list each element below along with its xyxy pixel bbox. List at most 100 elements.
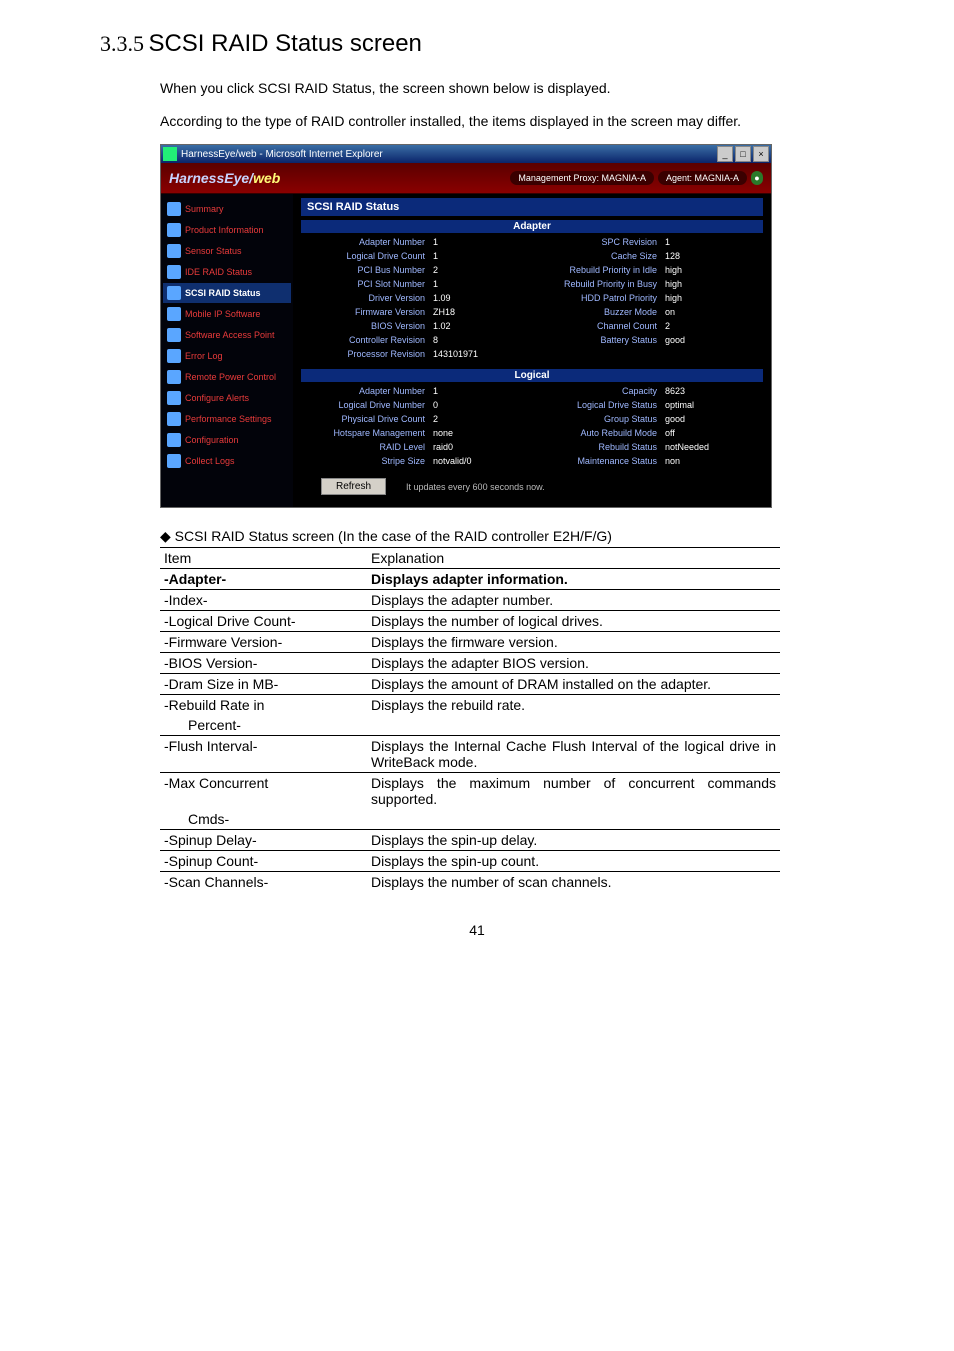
sidebar-item-software-ap[interactable]: Software Access Point xyxy=(163,325,291,345)
explanation-cell: Displays the number of logical drives. xyxy=(367,611,780,632)
brand-part2: web xyxy=(253,170,280,186)
table-row: -Max ConcurrentDisplays the maximum numb… xyxy=(160,773,780,810)
kv-row: Buzzer Modeon xyxy=(537,305,759,319)
product-icon xyxy=(167,223,181,237)
kv-row: Channel Count2 xyxy=(537,319,759,333)
table-row: -Index-Displays the adapter number. xyxy=(160,590,780,611)
kv-row: Adapter Number1 xyxy=(305,384,527,398)
kv-row: Maintenance Statusnon xyxy=(537,454,759,468)
item-cell: -Scan Channels- xyxy=(160,872,367,893)
logical-section-head: Logical xyxy=(301,369,763,382)
app-header: HarnessEye/web Management Proxy: MAGNIA-… xyxy=(161,163,771,194)
kv-row: Stripe Sizenotvalid/0 xyxy=(305,454,527,468)
sidebar-item-ide-raid[interactable]: IDE RAID Status xyxy=(163,262,291,282)
close-button[interactable]: × xyxy=(753,146,769,162)
agent-label: Agent: MAGNIA-A xyxy=(658,171,747,185)
refresh-button[interactable]: Refresh xyxy=(321,478,386,495)
brand-part1: HarnessEye/ xyxy=(169,170,253,186)
explanation-cell: Displays the spin-up delay. xyxy=(367,830,780,851)
item-cell: Percent- xyxy=(160,715,367,736)
kv-row: Controller Revision8 xyxy=(305,333,527,347)
kv-row: PCI Bus Number2 xyxy=(305,263,527,277)
heading-title: SCSI RAID Status screen xyxy=(148,30,421,57)
explanation-cell: Displays the spin-up count. xyxy=(367,851,780,872)
kv-row: Rebuild StatusnotNeeded xyxy=(537,440,759,454)
proxy-label: Management Proxy: MAGNIA-A xyxy=(510,171,654,185)
kv-row: Battery Statusgood xyxy=(537,333,759,347)
mobile-ip-icon xyxy=(167,307,181,321)
item-cell: -Spinup Delay- xyxy=(160,830,367,851)
kv-row: Rebuild Priority in Busyhigh xyxy=(537,277,759,291)
maximize-button[interactable]: □ xyxy=(735,146,751,162)
window-title: HarnessEye/web - Microsoft Internet Expl… xyxy=(181,149,383,160)
alerts-icon xyxy=(167,391,181,405)
table-row: -Dram Size in MB-Displays the amount of … xyxy=(160,674,780,695)
kv-row: Cache Size128 xyxy=(537,249,759,263)
table-row: -Firmware Version-Displays the firmware … xyxy=(160,632,780,653)
performance-icon xyxy=(167,412,181,426)
kv-row: Processor Revision143101971 xyxy=(305,347,527,361)
page: 3.3.5 SCSI RAID Status screen When you c… xyxy=(0,0,954,978)
logical-right-col: Capacity8623 Logical Drive Statusoptimal… xyxy=(537,384,759,468)
item-cell: -Dram Size in MB- xyxy=(160,674,367,695)
intro-line-1: When you click SCSI RAID Status, the scr… xyxy=(160,78,854,99)
kv-row: Group Statusgood xyxy=(537,412,759,426)
item-cell: -Adapter- xyxy=(160,569,367,590)
status-dot-icon: ● xyxy=(751,171,763,185)
kv-row: RAID Levelraid0 xyxy=(305,440,527,454)
sidebar-item-configure-alerts[interactable]: Configure Alerts xyxy=(163,388,291,408)
item-cell: -Rebuild Rate in xyxy=(160,695,367,716)
sidebar-item-performance[interactable]: Performance Settings xyxy=(163,409,291,429)
kv-row: HDD Patrol Priorityhigh xyxy=(537,291,759,305)
item-cell: -BIOS Version- xyxy=(160,653,367,674)
table-row: -Adapter-Displays adapter information. xyxy=(160,569,780,590)
kv-row: Firmware VersionZH18 xyxy=(305,305,527,319)
explanation-cell: Displays the firmware version. xyxy=(367,632,780,653)
item-cell: -Index- xyxy=(160,590,367,611)
sidebar-item-remote-power[interactable]: Remote Power Control xyxy=(163,367,291,387)
adapter-left-col: Adapter Number1 Logical Drive Count1 PCI… xyxy=(305,235,527,361)
sidebar-item-configuration[interactable]: Configuration xyxy=(163,430,291,450)
sidebar-item-collect-logs[interactable]: Collect Logs xyxy=(163,451,291,471)
table-row: -Logical Drive Count-Displays the number… xyxy=(160,611,780,632)
screenshot-window: HarnessEye/web - Microsoft Internet Expl… xyxy=(160,144,772,508)
table-row: Percent- xyxy=(160,715,780,736)
table-row: -BIOS Version-Displays the adapter BIOS … xyxy=(160,653,780,674)
minimize-button[interactable]: _ xyxy=(717,146,733,162)
item-cell: -Flush Interval- xyxy=(160,736,367,773)
content-panel: SCSI RAID Status Adapter Adapter Number1… xyxy=(293,194,771,507)
logical-kv-grid: Adapter Number1 Logical Drive Number0 Ph… xyxy=(301,382,763,472)
sidebar-item-error-log[interactable]: Error Log xyxy=(163,346,291,366)
remote-power-icon xyxy=(167,370,181,384)
kv-row: Adapter Number1 xyxy=(305,235,527,249)
item-cell: -Firmware Version- xyxy=(160,632,367,653)
page-number: 41 xyxy=(100,922,854,938)
table-row: -Rebuild Rate inDisplays the rebuild rat… xyxy=(160,695,780,716)
table-row: -Flush Interval-Displays the Internal Ca… xyxy=(160,736,780,773)
sensor-icon xyxy=(167,244,181,258)
refresh-area: Refresh It updates every 600 seconds now… xyxy=(301,478,763,495)
kv-row: Logical Drive Count1 xyxy=(305,249,527,263)
heading-number: 3.3.5 xyxy=(100,31,144,56)
table-header-row: Item Explanation xyxy=(160,548,780,569)
kv-row: Logical Drive Statusoptimal xyxy=(537,398,759,412)
explanation-cell: Displays the adapter number. xyxy=(367,590,780,611)
table-row: -Spinup Count-Displays the spin-up count… xyxy=(160,851,780,872)
sidebar-item-product-info[interactable]: Product Information xyxy=(163,220,291,240)
adapter-kv-grid: Adapter Number1 Logical Drive Count1 PCI… xyxy=(301,233,763,365)
section-heading: 3.3.5 SCSI RAID Status screen xyxy=(100,30,854,58)
brand-logo: HarnessEye/web xyxy=(169,170,280,186)
kv-row: Auto Rebuild Modeoff xyxy=(537,426,759,440)
window-titlebar: HarnessEye/web - Microsoft Internet Expl… xyxy=(161,145,771,163)
sidebar-item-scsi-raid[interactable]: SCSI RAID Status xyxy=(163,283,291,303)
sidebar-item-mobile-ip[interactable]: Mobile IP Software xyxy=(163,304,291,324)
item-cell: -Spinup Count- xyxy=(160,851,367,872)
summary-icon xyxy=(167,202,181,216)
scsi-raid-icon xyxy=(167,286,181,300)
error-log-icon xyxy=(167,349,181,363)
adapter-right-col: SPC Revision1 Cache Size128 Rebuild Prio… xyxy=(537,235,759,361)
table-caption: ◆ SCSI RAID Status screen (In the case o… xyxy=(160,528,854,545)
sidebar-item-summary[interactable]: Summary xyxy=(163,199,291,219)
adapter-section-head: Adapter xyxy=(301,220,763,233)
sidebar-item-sensor-status[interactable]: Sensor Status xyxy=(163,241,291,261)
